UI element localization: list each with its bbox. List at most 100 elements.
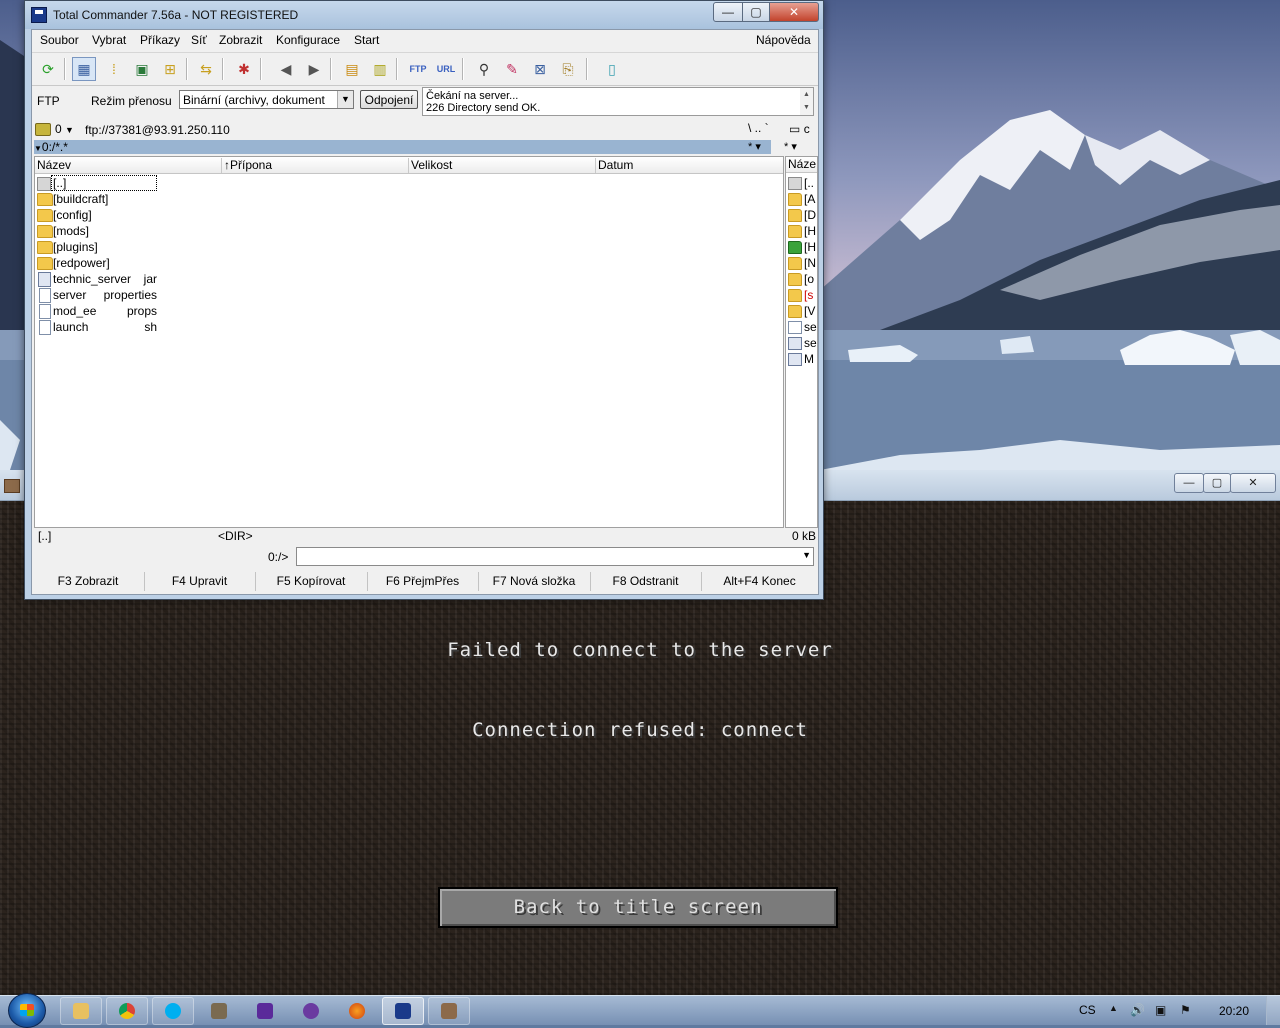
volume-icon[interactable]: 🔊 xyxy=(1130,1003,1145,1017)
left-filter-text: 0:/*.* xyxy=(41,140,68,154)
right-file-row[interactable]: [D xyxy=(786,207,817,223)
file-row[interactable]: launch sh xyxy=(35,319,783,335)
file-name: [config] xyxy=(53,208,92,222)
left-file-panel[interactable]: Název ↑Přípona Velikost Datum [..] [build… xyxy=(34,156,784,528)
right-filter-toggle[interactable]: * ▾ xyxy=(784,140,797,153)
taskbar-explorer[interactable] xyxy=(60,997,102,1025)
alt-f4-exit-button[interactable]: Alt+F4 Konec xyxy=(701,572,818,591)
menu-prikazy[interactable]: Příkazy xyxy=(140,33,180,47)
start-button[interactable] xyxy=(8,993,46,1028)
right-file-row[interactable]: [o xyxy=(786,271,817,287)
log-scrollbar[interactable]: ▲ ▼ xyxy=(800,88,813,115)
search-icon[interactable]: ⚲ xyxy=(472,57,496,81)
brief-view-icon[interactable]: ▦ xyxy=(72,57,96,81)
taskbar-app-c[interactable] xyxy=(290,997,332,1025)
compare-dirs-icon[interactable]: ⇆ xyxy=(194,57,218,81)
action-center-flag-icon[interactable]: ⚑ xyxy=(1180,1003,1191,1017)
right-drive-select[interactable]: ▭ c xyxy=(789,122,810,136)
url-connect-icon[interactable]: URL xyxy=(434,57,458,81)
right-file-row[interactable]: se xyxy=(786,335,817,351)
menu-napoveda[interactable]: Nápověda xyxy=(756,33,811,47)
right-file-row[interactable]: [N xyxy=(786,255,817,271)
right-file-row[interactable]: [s xyxy=(786,287,817,303)
back-to-title-button[interactable]: Back to title screen xyxy=(438,887,838,928)
file-row[interactable]: mod_ee props xyxy=(35,303,783,319)
detailed-view-icon[interactable]: ⁞ xyxy=(102,57,126,81)
f6-move-button[interactable]: F6 PřejmPřes xyxy=(367,572,479,591)
file-row[interactable]: server properties xyxy=(35,287,783,303)
right-file-row[interactable]: [H xyxy=(786,223,817,239)
file-row[interactable]: [config] xyxy=(35,207,783,223)
menu-soubor[interactable]: Soubor xyxy=(40,33,79,47)
menu-sit[interactable]: Síť xyxy=(191,33,207,47)
file-row[interactable]: [mods] xyxy=(35,223,783,239)
minimize-button[interactable]: — xyxy=(713,2,743,22)
close-button[interactable]: ✕ xyxy=(1230,473,1276,493)
right-file-row[interactable]: [.. xyxy=(786,175,817,191)
network-icon[interactable]: ▣ xyxy=(1155,1003,1166,1017)
file-row[interactable]: [buildcraft] xyxy=(35,191,783,207)
f7-new-folder-button[interactable]: F7 Nová složka xyxy=(478,572,591,591)
right-file-row[interactable]: [H xyxy=(786,239,817,255)
close-button[interactable]: ✕ xyxy=(769,2,819,22)
f3-view-button[interactable]: F3 Zobrazit xyxy=(32,572,145,591)
right-file-row[interactable]: [A xyxy=(786,191,817,207)
right-file-row[interactable]: se xyxy=(786,319,817,335)
language-indicator[interactable]: CS xyxy=(1079,1003,1096,1017)
left-panel-path[interactable]: ▼0:/*.* xyxy=(34,140,771,154)
folder-icon xyxy=(73,1003,89,1019)
taskbar-chrome[interactable] xyxy=(106,997,148,1025)
tree-icon[interactable]: ⊞ xyxy=(158,57,182,81)
disconnect-button[interactable]: Odpojení xyxy=(360,90,418,109)
maximize-button[interactable]: ▢ xyxy=(1203,473,1231,493)
taskbar-download-manager[interactable] xyxy=(244,997,286,1025)
menu-vybrat[interactable]: Vybrat xyxy=(92,33,126,47)
maximize-button[interactable]: ▢ xyxy=(742,2,770,22)
thumbnail-icon[interactable]: ▣ xyxy=(130,57,154,81)
minimize-button[interactable]: — xyxy=(1174,473,1204,493)
select-icon[interactable]: ✱ xyxy=(232,57,256,81)
copy-names-icon[interactable]: ⎘ xyxy=(556,57,580,81)
back-icon[interactable]: ◀ xyxy=(274,57,298,81)
unpack-icon[interactable]: ▥ xyxy=(368,57,392,81)
sync-dirs-icon[interactable]: ⊠ xyxy=(528,57,552,81)
tray-expand-icon[interactable]: ▲ xyxy=(1109,1003,1118,1013)
parent-dir-row[interactable]: [..] xyxy=(35,175,783,191)
file-row[interactable]: [plugins] xyxy=(35,239,783,255)
pack-icon[interactable]: ▤ xyxy=(340,57,364,81)
left-filter-toggle[interactable]: * ▾ xyxy=(748,140,761,153)
refresh-icon[interactable]: ⟳ xyxy=(36,57,60,81)
column-date[interactable]: Datum xyxy=(596,158,783,173)
taskbar-minecraft[interactable] xyxy=(428,997,470,1025)
f4-edit-button[interactable]: F4 Upravit xyxy=(144,572,256,591)
taskbar-total-commander[interactable] xyxy=(382,997,424,1025)
show-desktop-button[interactable] xyxy=(1266,996,1280,1025)
file-row[interactable]: technic_server jar xyxy=(35,271,783,287)
path-shortcuts[interactable]: \ .. ` xyxy=(748,121,769,135)
taskbar-gimp[interactable] xyxy=(198,997,240,1025)
file-row[interactable]: [redpower] xyxy=(35,255,783,271)
menu-konfigurace[interactable]: Konfigurace xyxy=(276,33,340,47)
f8-delete-button[interactable]: F8 Odstranit xyxy=(590,572,702,591)
right-file-row[interactable]: M xyxy=(786,351,817,367)
f5-copy-button[interactable]: F5 Kopírovat xyxy=(255,572,368,591)
right-file-row[interactable]: [V xyxy=(786,303,817,319)
column-name[interactable]: Název xyxy=(35,158,222,173)
menu-zobrazit[interactable]: Zobrazit xyxy=(219,33,262,47)
command-input[interactable]: ▼ xyxy=(296,547,814,566)
notepad-icon[interactable]: ▯ xyxy=(600,57,624,81)
taskbar-skype[interactable] xyxy=(152,997,194,1025)
column-size[interactable]: Velikost xyxy=(409,158,596,173)
multi-rename-icon[interactable]: ✎ xyxy=(500,57,524,81)
menu-start[interactable]: Start xyxy=(354,33,379,47)
right-column-name[interactable]: Náze xyxy=(786,157,817,173)
file-name: M xyxy=(804,352,814,366)
ftp-connect-icon[interactable]: FTP xyxy=(406,57,430,81)
forward-icon[interactable]: ▶ xyxy=(302,57,326,81)
right-file-panel[interactable]: Náze [.. [A [D [H [H [N [o [s [V se se M xyxy=(785,156,818,528)
taskbar-firefox[interactable] xyxy=(336,997,378,1025)
clock[interactable]: 20:20 xyxy=(1219,1004,1249,1018)
transfer-mode-select[interactable]: Binární (archivy, dokument ▼ xyxy=(179,90,354,109)
column-extension[interactable]: ↑Přípona xyxy=(222,158,409,173)
drive-select[interactable]: 0 ▼ xyxy=(35,121,81,137)
